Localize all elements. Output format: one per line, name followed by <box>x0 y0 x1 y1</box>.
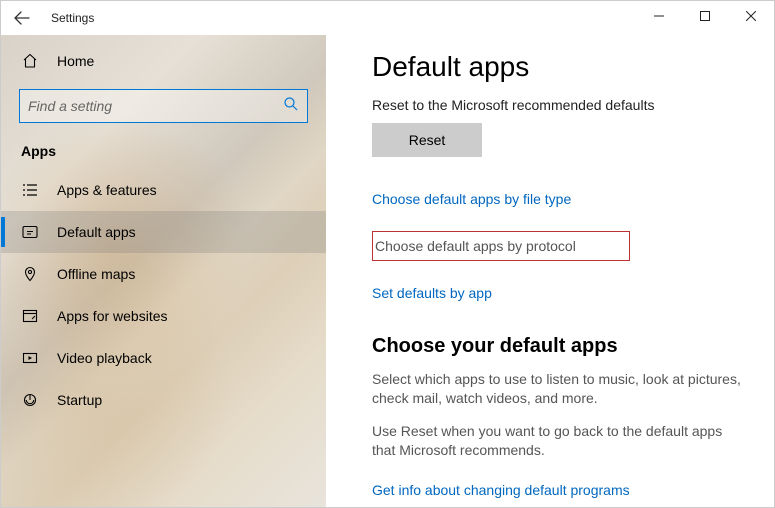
close-icon <box>746 11 756 21</box>
choose-heading: Choose your default apps <box>372 335 742 358</box>
window-body: Home Apps Apps & features <box>1 35 774 507</box>
apps-websites-icon <box>21 307 39 325</box>
titlebar: Settings <box>1 1 774 35</box>
minimize-button[interactable] <box>636 1 682 31</box>
home-icon <box>21 52 39 70</box>
sidebar-item-apps-features[interactable]: Apps & features <box>1 169 326 211</box>
nav-label: Default apps <box>57 224 136 240</box>
list-icon <box>21 181 39 199</box>
startup-icon <box>21 391 39 409</box>
link-file-type[interactable]: Choose default apps by file type <box>372 191 571 207</box>
sidebar-section-title: Apps <box>1 137 326 169</box>
nav-label: Video playback <box>57 350 152 366</box>
search-container <box>19 89 308 123</box>
back-button[interactable] <box>1 1 43 35</box>
close-button[interactable] <box>728 1 774 31</box>
map-icon <box>21 265 39 283</box>
sidebar-item-default-apps[interactable]: Default apps <box>1 211 326 253</box>
link-by-app[interactable]: Set defaults by app <box>372 285 492 301</box>
link-protocol[interactable]: Choose default apps by protocol <box>372 231 630 261</box>
content-area: Default apps Reset to the Microsoft reco… <box>326 35 774 507</box>
nav-label: Apps & features <box>57 182 157 198</box>
maximize-icon <box>700 11 710 21</box>
nav-label: Apps for websites <box>57 308 168 324</box>
reset-caption: Reset to the Microsoft recommended defau… <box>372 97 742 113</box>
home-label: Home <box>57 53 94 69</box>
sidebar-item-apps-websites[interactable]: Apps for websites <box>1 295 326 337</box>
reset-button[interactable]: Reset <box>372 123 482 157</box>
window-controls <box>636 1 774 31</box>
search-box[interactable] <box>19 89 308 123</box>
nav-label: Startup <box>57 392 102 408</box>
search-input[interactable] <box>28 98 283 114</box>
default-apps-icon <box>21 223 39 241</box>
page-title: Default apps <box>372 51 742 83</box>
sidebar-item-video-playback[interactable]: Video playback <box>1 337 326 379</box>
settings-window: Settings Home Apps <box>1 1 774 507</box>
arrow-left-icon <box>14 10 30 26</box>
link-info[interactable]: Get info about changing default programs <box>372 482 630 498</box>
video-icon <box>21 349 39 367</box>
sidebar-item-offline-maps[interactable]: Offline maps <box>1 253 326 295</box>
minimize-icon <box>654 11 664 21</box>
choose-para-1: Select which apps to use to listen to mu… <box>372 370 742 408</box>
nav-label: Offline maps <box>57 266 135 282</box>
sidebar: Home Apps Apps & features <box>1 35 326 507</box>
search-icon <box>283 96 299 117</box>
window-title: Settings <box>51 11 94 25</box>
choose-para-2: Use Reset when you want to go back to th… <box>372 422 742 460</box>
sidebar-item-startup[interactable]: Startup <box>1 379 326 421</box>
maximize-button[interactable] <box>682 1 728 31</box>
sidebar-item-home[interactable]: Home <box>1 41 326 81</box>
